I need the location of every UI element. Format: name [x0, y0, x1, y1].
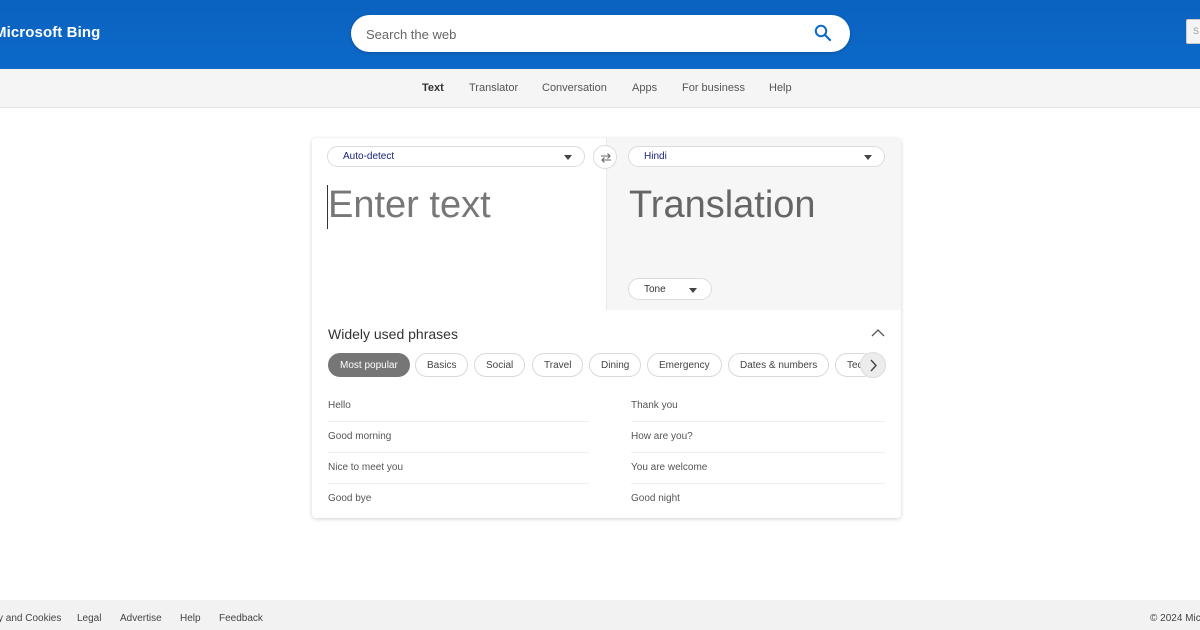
source-language-select[interactable]: Auto-detect [327, 146, 585, 167]
source-text-input[interactable]: Enter text [328, 184, 491, 227]
footer-legal-link[interactable]: Legal [77, 613, 101, 624]
phrase-text: Hello [328, 400, 351, 411]
chip-social[interactable]: Social [474, 353, 526, 377]
phrase-text: Good night [631, 493, 680, 504]
chip-most-popular[interactable]: Most popular [328, 353, 410, 377]
nav-apps[interactable]: Apps [632, 82, 657, 94]
chip-travel[interactable]: Travel [532, 353, 584, 377]
chip-basics[interactable]: Basics [415, 353, 469, 377]
footer-help-link[interactable]: Help [180, 613, 201, 624]
search-box[interactable] [351, 15, 850, 52]
target-language-select[interactable]: Hindi [628, 146, 885, 167]
footer: y and Cookies Legal Advertise Help Feedb… [0, 600, 1200, 630]
nav-conversation[interactable]: Conversation [542, 82, 607, 94]
footer-advertise-link[interactable]: Advertise [120, 613, 162, 624]
phrase-text: Good bye [328, 493, 372, 504]
phrase-item[interactable]: How are you? [631, 422, 885, 453]
phrase-text: Good morning [328, 431, 392, 442]
bing-logo[interactable]: Microsoft Bing [0, 24, 100, 41]
phrase-text: How are you? [631, 431, 693, 442]
tone-label: Tone [644, 284, 666, 295]
nav-translator[interactable]: Translator [469, 82, 518, 94]
target-language-label: Hindi [644, 151, 667, 162]
phrase-item[interactable]: You are welcome [631, 453, 885, 484]
search-input[interactable] [366, 24, 796, 44]
phrase-item[interactable]: Hello [328, 391, 589, 422]
chip-emergency[interactable]: Emergency [647, 353, 722, 377]
nav-text[interactable]: Text [422, 82, 444, 94]
footer-feedback-link[interactable]: Feedback [219, 613, 263, 624]
search-icon[interactable] [814, 24, 832, 42]
chip-dates-numbers[interactable]: Dates & numbers [728, 353, 830, 377]
chevron-down-icon [689, 288, 697, 293]
tone-select[interactable]: Tone [628, 278, 712, 300]
phrase-text: Nice to meet you [328, 462, 404, 473]
phrase-categories: Most popular Basics Social Travel Dining… [328, 353, 885, 377]
chevron-down-icon [864, 155, 872, 160]
phrase-item[interactable]: Good bye [328, 484, 589, 515]
chevron-down-icon [564, 155, 572, 160]
phrase-item[interactable]: Thank you [631, 391, 885, 422]
source-language-label: Auto-detect [343, 151, 395, 162]
phrase-item[interactable]: Good night [631, 484, 885, 515]
chevron-up-icon[interactable] [871, 328, 885, 338]
translator-card: Hindi Translation Tone Auto-detect Enter… [312, 138, 901, 518]
translator-nav: Text Translator Conversation Apps For bu… [0, 69, 1200, 108]
phrase-item[interactable]: Good morning [328, 422, 589, 453]
header: Microsoft Bing S [0, 0, 1200, 69]
copyright: © 2024 Mic [1150, 613, 1200, 624]
footer-privacy-link[interactable]: y and Cookies [0, 613, 61, 624]
swap-languages-button[interactable] [593, 145, 617, 169]
translation-output: Translation [629, 184, 816, 226]
nav-for-business[interactable]: For business [682, 82, 745, 94]
sign-in-button[interactable]: S [1186, 19, 1200, 44]
chip-dining[interactable]: Dining [589, 353, 642, 377]
chevron-right-icon [870, 359, 877, 372]
swap-icon [601, 153, 611, 163]
translation-pane: Hindi Translation Tone [606, 138, 901, 310]
phrase-text: Thank you [631, 400, 678, 411]
chips-next-button[interactable] [860, 352, 886, 378]
phrases-title: Widely used phrases [328, 326, 458, 342]
phrase-item[interactable]: Nice to meet you [328, 453, 589, 484]
phrase-text: You are welcome [631, 462, 708, 473]
nav-help[interactable]: Help [769, 82, 792, 94]
